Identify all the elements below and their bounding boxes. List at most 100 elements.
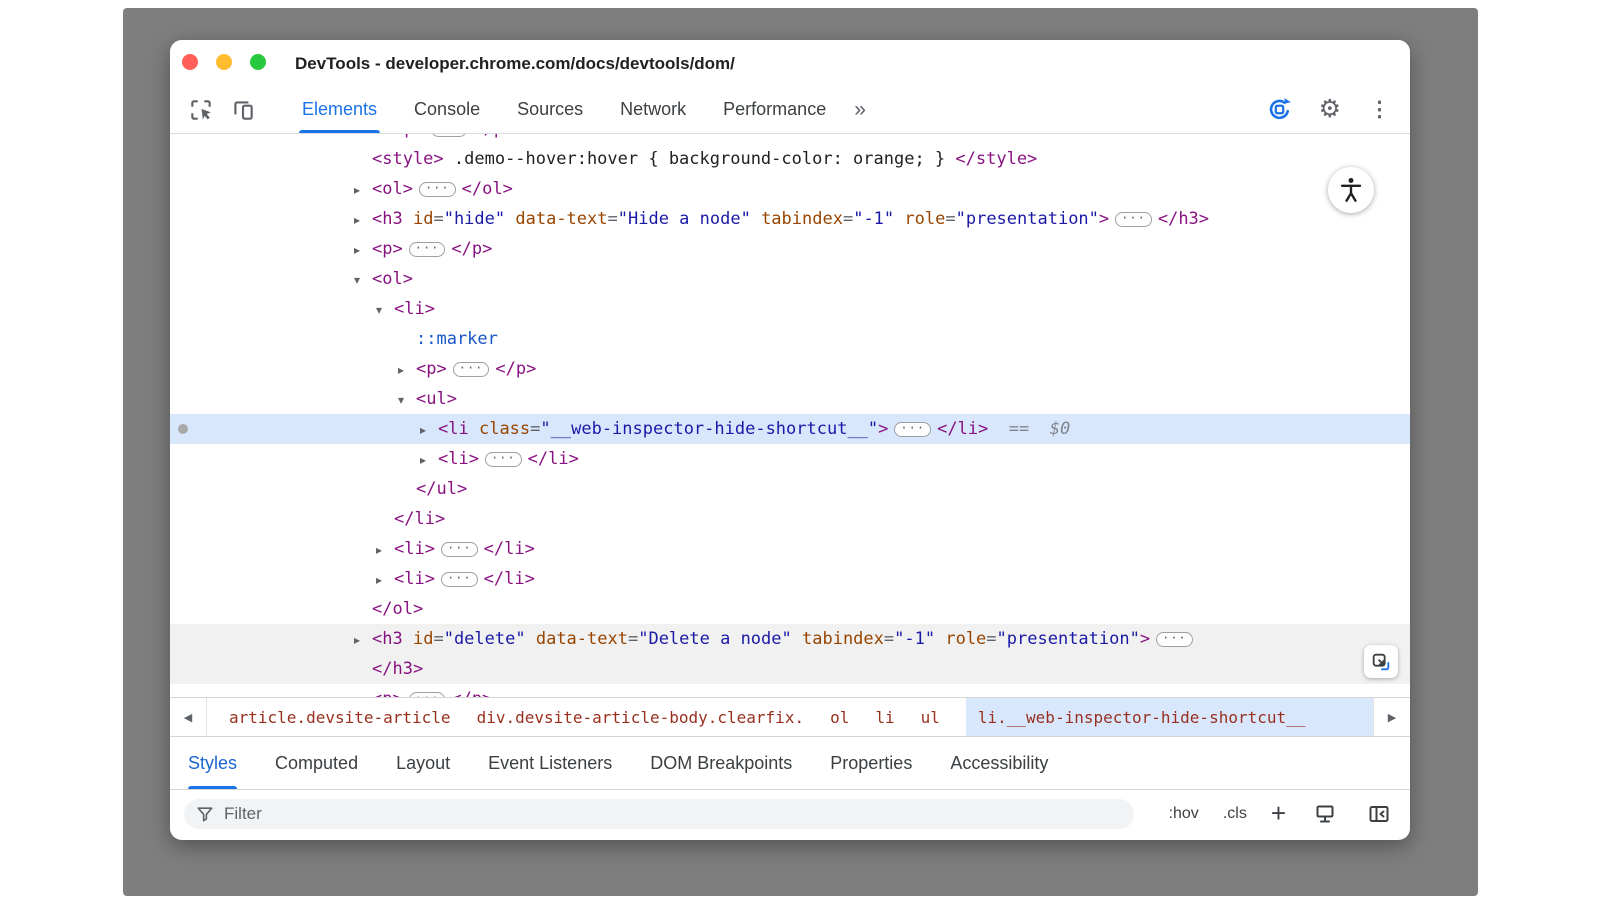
expand-ellipsis-button[interactable]: ···: [419, 182, 456, 197]
dom-tree-row[interactable]: ▸<li>···</li>: [170, 534, 1410, 564]
breadcrumb-item[interactable]: li.__web-inspector-hide-shortcut__: [966, 698, 1373, 736]
breadcrumb-item[interactable]: ul: [921, 698, 940, 736]
disclosure-arrow-down-icon[interactable]: ▾: [354, 265, 372, 295]
more-tabs-icon[interactable]: »: [854, 98, 866, 122]
expand-ellipsis-button[interactable]: ···: [441, 542, 478, 557]
dom-tree-row[interactable]: ▸<ol>···</ol>: [170, 174, 1410, 204]
breadcrumb-scroll-left-icon[interactable]: ◀: [170, 698, 207, 736]
disclosure-arrow-right-icon[interactable]: ▸: [420, 445, 438, 475]
code-segment: role: [904, 209, 945, 229]
expand-ellipsis-button[interactable]: ···: [441, 572, 478, 587]
inspect-element-icon[interactable]: [186, 95, 216, 125]
dom-tree-row[interactable]: <style> .demo--hover:hover { background-…: [170, 144, 1410, 174]
code-segment: =: [628, 629, 638, 649]
tab-computed[interactable]: Computed: [275, 737, 358, 789]
expand-ellipsis-button[interactable]: ···: [1156, 632, 1193, 647]
disclosure-arrow-right-icon[interactable]: ▸: [376, 565, 394, 595]
pop-out-icon[interactable]: [1364, 645, 1398, 678]
tab-elements[interactable]: Elements: [302, 86, 377, 133]
element-classes-button[interactable]: .cls: [1223, 805, 1247, 823]
disclosure-arrow-right-icon[interactable]: ▸: [398, 355, 416, 385]
breadcrumb-scroll-right-icon[interactable]: ▶: [1373, 698, 1410, 736]
dom-tree-row[interactable]: ::marker: [170, 324, 1410, 354]
dom-tree-row[interactable]: ▸<p>···</p>: [170, 134, 1410, 144]
code-segment: [935, 629, 945, 649]
dom-tree: ▸<p>···</p><style> .demo--hover:hover { …: [170, 134, 1410, 697]
dom-tree-row[interactable]: ▸<h3 id="hide" data-text="Hide a node" t…: [170, 204, 1410, 234]
tab-performance[interactable]: Performance: [723, 86, 826, 133]
disclosure-arrow-down-icon[interactable]: ▾: [376, 295, 394, 325]
tab-styles[interactable]: Styles: [188, 737, 237, 789]
breadcrumb-item[interactable]: article.devsite-article: [229, 698, 451, 736]
code-segment: "delete": [444, 629, 526, 649]
code-segment: [403, 209, 413, 229]
tab-console[interactable]: Console: [414, 86, 480, 133]
code-segment: data-text: [536, 629, 628, 649]
disclosure-arrow-down-icon[interactable]: ▾: [398, 385, 416, 415]
new-style-rule-button[interactable]: +: [1271, 803, 1286, 823]
toggle-element-state-button[interactable]: :hov: [1169, 805, 1199, 823]
filter-input[interactable]: Filter: [184, 799, 1134, 829]
dom-tree-row[interactable]: ▸<p>···</p>: [170, 684, 1410, 697]
minimize-button[interactable]: [216, 54, 232, 70]
expand-ellipsis-button[interactable]: ···: [1115, 212, 1152, 227]
code-segment: </ul>: [416, 479, 467, 499]
code-segment: >: [1099, 209, 1109, 229]
kebab-menu-icon[interactable]: ⋮: [1365, 97, 1394, 122]
gear-icon[interactable]: ⚙: [1319, 97, 1341, 122]
tab-layout[interactable]: Layout: [396, 737, 450, 789]
expand-ellipsis-button[interactable]: ···: [431, 134, 468, 137]
rendering-emulations-icon[interactable]: [1310, 799, 1340, 829]
code-segment: =: [884, 629, 894, 649]
dom-tree-row[interactable]: ▸<li>···</li>: [170, 444, 1410, 474]
disclosure-arrow-right-icon[interactable]: ▸: [354, 175, 372, 205]
dom-tree-row[interactable]: ▾<ul>: [170, 384, 1410, 414]
code-segment: </ol>: [372, 599, 423, 619]
dom-tree-row[interactable]: ▸<li>···</li>: [170, 564, 1410, 594]
tab-network[interactable]: Network: [620, 86, 686, 133]
sidebar-panel-toggle-icon[interactable]: [1364, 799, 1394, 829]
disclosure-arrow-right-icon[interactable]: ▸: [354, 685, 372, 697]
code-segment: id: [413, 209, 433, 229]
device-toolbar-icon[interactable]: [228, 95, 258, 125]
code-segment: $0: [1050, 419, 1070, 439]
breadcrumb-item[interactable]: li: [875, 698, 894, 736]
code-segment: <li>: [394, 539, 435, 559]
dom-tree-row[interactable]: ▸<p>···</p>: [170, 234, 1410, 264]
tab-event-listeners[interactable]: Event Listeners: [488, 737, 612, 789]
refresh-circle-icon[interactable]: [1265, 95, 1295, 125]
accessibility-person-icon[interactable]: [1328, 167, 1374, 213]
expand-ellipsis-button[interactable]: ···: [894, 422, 931, 437]
disclosure-arrow-right-icon[interactable]: ▸: [354, 625, 372, 655]
dom-tree-row[interactable]: </h3>: [170, 654, 1410, 684]
dom-tree-row[interactable]: ▾<ol>: [170, 264, 1410, 294]
filter-funnel-icon: [196, 805, 214, 823]
dom-tree-row[interactable]: ▸<p>···</p>: [170, 354, 1410, 384]
dom-tree-row[interactable]: </li>: [170, 504, 1410, 534]
expand-ellipsis-button[interactable]: ···: [453, 362, 490, 377]
close-button[interactable]: [182, 54, 198, 70]
breadcrumb-item[interactable]: ol: [830, 698, 849, 736]
tab-sources[interactable]: Sources: [517, 86, 583, 133]
breadcrumb-item[interactable]: div.devsite-article-body.clearfix.: [477, 698, 805, 736]
disclosure-arrow-right-icon[interactable]: ▸: [354, 235, 372, 265]
expand-ellipsis-button[interactable]: ···: [409, 242, 446, 257]
breadcrumbs: article.devsite-article div.devsite-artic…: [207, 698, 1373, 736]
breadcrumb-bar: ◀ article.devsite-article div.devsite-art…: [170, 697, 1410, 737]
dom-tree-row[interactable]: </ul>: [170, 474, 1410, 504]
tab-accessibility[interactable]: Accessibility: [950, 737, 1048, 789]
dom-tree-row[interactable]: ▸<li class="__web-inspector-hide-shortcu…: [170, 414, 1410, 444]
tab-properties[interactable]: Properties: [830, 737, 912, 789]
zoom-button[interactable]: [250, 54, 266, 70]
dom-tree-row[interactable]: </ol>: [170, 594, 1410, 624]
styles-toolbar: Filter :hov .cls +: [170, 790, 1410, 838]
code-segment: >: [878, 419, 888, 439]
disclosure-arrow-right-icon[interactable]: ▸: [420, 415, 438, 445]
expand-ellipsis-button[interactable]: ···: [485, 452, 522, 467]
dom-tree-row[interactable]: ▸<h3 id="delete" data-text="Delete a nod…: [170, 624, 1410, 654]
page: { "colors": { "accent_blue": "#1a73e8", …: [0, 0, 1600, 920]
tab-dom-breakpoints[interactable]: DOM Breakpoints: [650, 737, 792, 789]
disclosure-arrow-right-icon[interactable]: ▸: [376, 535, 394, 565]
disclosure-arrow-right-icon[interactable]: ▸: [354, 205, 372, 235]
dom-tree-row[interactable]: ▾<li>: [170, 294, 1410, 324]
